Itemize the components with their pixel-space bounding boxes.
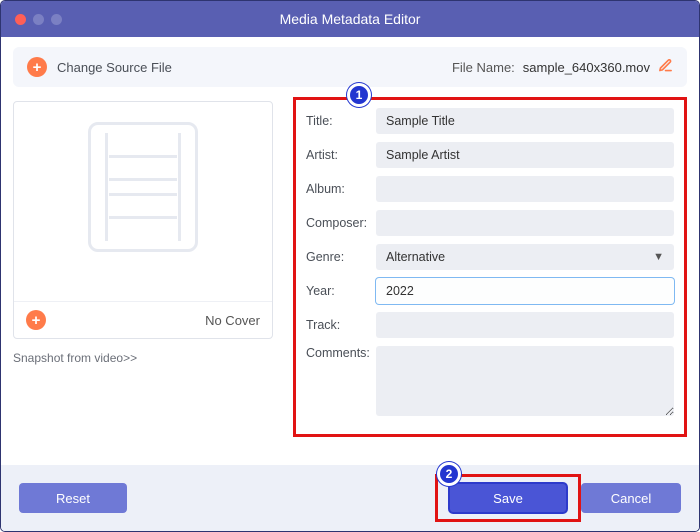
window-controls: [15, 14, 62, 25]
year-label: Year:: [306, 284, 376, 298]
composer-input[interactable]: [376, 210, 674, 236]
title-label: Title:: [306, 114, 376, 128]
artist-label: Artist:: [306, 148, 376, 162]
add-cover-icon[interactable]: +: [26, 310, 46, 330]
track-label: Track:: [306, 318, 376, 332]
no-cover-label: No Cover: [205, 313, 260, 328]
window-title: Media Metadata Editor: [1, 11, 699, 27]
bottom-button-bar: Reset 2 Save Cancel: [1, 465, 699, 531]
genre-label: Genre:: [306, 250, 376, 264]
cancel-button[interactable]: Cancel: [581, 483, 681, 513]
edit-file-name-icon[interactable]: [658, 58, 673, 77]
add-icon[interactable]: +: [27, 57, 47, 77]
track-input[interactable]: [376, 312, 674, 338]
album-label: Album:: [306, 182, 376, 196]
comments-label: Comments:: [306, 346, 376, 360]
toolbar: + Change Source File File Name: sample_6…: [13, 47, 687, 87]
artist-input[interactable]: [376, 142, 674, 168]
minimize-window-button[interactable]: [33, 14, 44, 25]
comments-input[interactable]: [376, 346, 674, 416]
cover-art-panel: + No Cover: [13, 101, 273, 339]
file-name-label: File Name:: [452, 60, 515, 75]
file-name-value: sample_640x360.mov: [523, 60, 650, 75]
zoom-window-button[interactable]: [51, 14, 62, 25]
album-input[interactable]: [376, 176, 674, 202]
reset-button[interactable]: Reset: [19, 483, 127, 513]
film-placeholder-icon: [88, 122, 198, 252]
composer-label: Composer:: [306, 216, 376, 230]
window-titlebar: Media Metadata Editor: [1, 1, 699, 37]
genre-select[interactable]: Alternative ▼: [376, 244, 674, 270]
genre-selected-value: Alternative: [386, 250, 445, 264]
snapshot-from-video-link[interactable]: Snapshot from video>>: [13, 351, 273, 365]
change-source-file-link[interactable]: Change Source File: [57, 60, 172, 75]
title-input[interactable]: [376, 108, 674, 134]
save-button[interactable]: Save: [449, 483, 567, 513]
year-input[interactable]: [376, 278, 674, 304]
annotation-callout-1: 1: [347, 83, 371, 107]
annotation-highlight-fields: Title: Artist: Album: Composer: Genre:: [293, 97, 687, 437]
annotation-callout-2: 2: [437, 462, 461, 486]
chevron-down-icon: ▼: [653, 251, 664, 263]
close-window-button[interactable]: [15, 14, 26, 25]
